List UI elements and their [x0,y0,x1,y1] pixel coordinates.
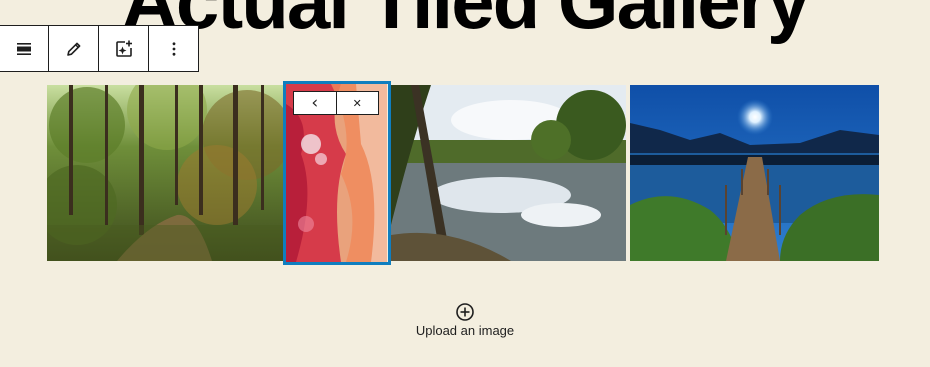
upload-button-label[interactable]: Upload an image [416,323,514,338]
more-vertical-icon [172,41,175,56]
image-toolbar: ‹ ✕ [293,91,379,115]
more-options-button[interactable] [149,26,198,71]
plus-circle-icon[interactable] [455,302,475,322]
add-image-icon [115,40,132,57]
block-toolbar [0,25,199,72]
move-left-button[interactable]: ‹ [294,92,336,114]
align-button[interactable] [0,26,49,71]
edit-button[interactable] [49,26,99,71]
chevron-left-icon: ‹ [311,92,319,113]
pencil-icon [66,42,80,56]
add-image-button[interactable] [99,26,149,71]
upload-area: Upload an image [0,302,930,338]
night-pier-image[interactable] [630,85,879,261]
lake-reflection-image[interactable] [391,85,626,261]
editor-canvas: Actual Tiled Gallery ‹ ✕ Upload an image [0,0,930,367]
remove-image-button[interactable]: ✕ [335,92,379,114]
align-icon [16,42,31,55]
close-icon: ✕ [352,96,362,110]
forest-path-image[interactable] [47,85,283,261]
